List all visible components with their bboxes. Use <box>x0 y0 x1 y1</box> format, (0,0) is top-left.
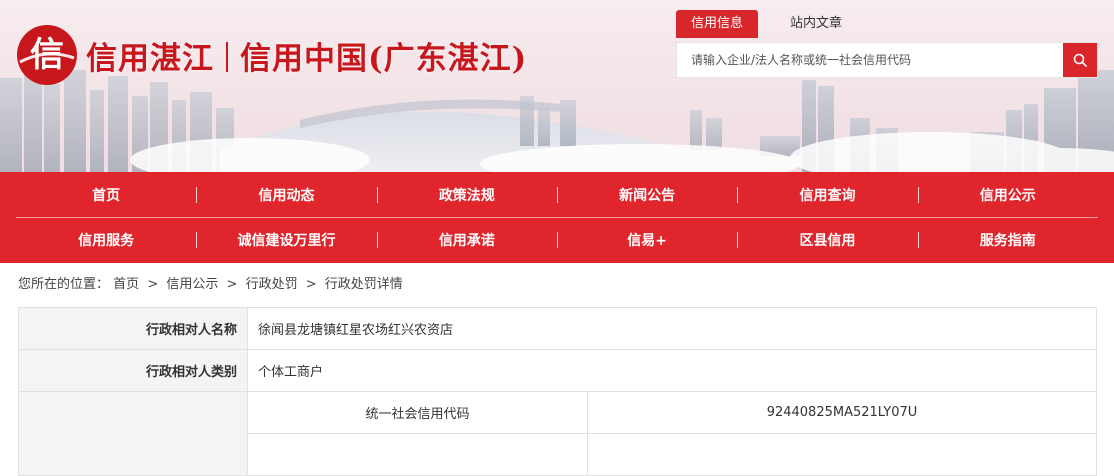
nav-item-credit-query[interactable]: 信用查询 <box>737 185 917 205</box>
field-label-empty <box>18 391 248 476</box>
field-label-party-type: 行政相对人类别 <box>18 349 248 392</box>
search-icon <box>1073 53 1087 67</box>
table-row: 行政相对人类别 个体工商户 <box>18 349 1097 392</box>
svg-text:信: 信 <box>30 35 64 75</box>
table-row: 统一社会信用代码 92440825MA521LY07U <box>18 391 1097 476</box>
credit-seal-logo: 信 <box>17 25 77 85</box>
nav-row-2: 信用服务 诚信建设万里行 信用承诺 信易+ 区县信用 服务指南 <box>16 217 1098 262</box>
breadcrumb-credit-publicity[interactable]: 信用公示 <box>166 277 218 292</box>
nav-item-home[interactable]: 首页 <box>16 185 196 205</box>
field-label-credit-code: 统一社会信用代码 <box>247 391 588 434</box>
penalty-detail-table: 行政相对人名称 徐闻县龙塘镇红星农场红兴农资店 行政相对人类别 个体工商户 统一… <box>18 307 1097 476</box>
header-banner: 信 信用湛江 信用中国(广东湛江) 信用信息 站内文章 <box>0 0 1114 172</box>
nav-item-credit-service[interactable]: 信用服务 <box>16 230 196 250</box>
nav-item-integrity-campaign[interactable]: 诚信建设万里行 <box>196 230 376 250</box>
search-input[interactable] <box>677 43 1063 77</box>
tab-credit-info[interactable]: 信用信息 <box>676 10 758 38</box>
search-box <box>676 42 1098 78</box>
field-value-party-name: 徐闻县龙塘镇红星农场红兴农资店 <box>247 307 1097 350</box>
breadcrumb-home[interactable]: 首页 <box>113 277 139 292</box>
field-label-party-name: 行政相对人名称 <box>18 307 248 350</box>
brand-divider <box>226 42 228 72</box>
nav-row-1: 首页 信用动态 政策法规 新闻公告 信用查询 信用公示 <box>16 172 1098 217</box>
brand-name: 信用湛江 <box>86 40 214 77</box>
nav-item-xinyi-plus[interactable]: 信易+ <box>556 230 737 250</box>
nav-item-credit-publicity[interactable]: 信用公示 <box>917 185 1098 205</box>
table-cell-empty <box>247 433 588 476</box>
nav-item-service-guide[interactable]: 服务指南 <box>917 230 1098 250</box>
table-cell-empty <box>587 433 1097 476</box>
site-brand-text: 信用湛江 信用中国(广东湛江) <box>86 33 527 78</box>
breadcrumb-admin-penalty[interactable]: 行政处罚 <box>246 277 298 292</box>
nav-item-announcements[interactable]: 新闻公告 <box>556 185 737 205</box>
site-logo[interactable]: 信 信用湛江 信用中国(广东湛江) <box>14 22 527 88</box>
breadcrumb-prefix: 您所在的位置： <box>18 277 110 292</box>
breadcrumb-separator: > <box>147 277 159 292</box>
breadcrumb-separator: > <box>226 277 238 292</box>
breadcrumb: 您所在的位置： 首页 > 信用公示 > 行政处罚 > 行政处罚详情 <box>0 263 1114 307</box>
tab-site-articles[interactable]: 站内文章 <box>790 10 842 38</box>
table-row: 行政相对人名称 徐闻县龙塘镇红星农场红兴农资店 <box>18 307 1097 350</box>
breadcrumb-separator: > <box>305 277 317 292</box>
breadcrumb-penalty-detail: 行政处罚详情 <box>324 277 403 292</box>
search-button[interactable] <box>1063 43 1097 77</box>
field-value-party-type: 个体工商户 <box>247 349 1097 392</box>
main-nav: 首页 信用动态 政策法规 新闻公告 信用查询 信用公示 信用服务 诚信建设万里行… <box>0 172 1114 263</box>
nav-item-district-credit[interactable]: 区县信用 <box>737 230 917 250</box>
brand-subtitle: 信用中国(广东湛江) <box>240 40 528 77</box>
search-tabs: 信用信息 站内文章 <box>676 10 842 38</box>
nav-item-policy[interactable]: 政策法规 <box>376 185 557 205</box>
nav-item-credit-commitment[interactable]: 信用承诺 <box>376 230 557 250</box>
field-value-credit-code: 92440825MA521LY07U <box>587 391 1097 434</box>
nav-item-credit-news[interactable]: 信用动态 <box>196 185 376 205</box>
